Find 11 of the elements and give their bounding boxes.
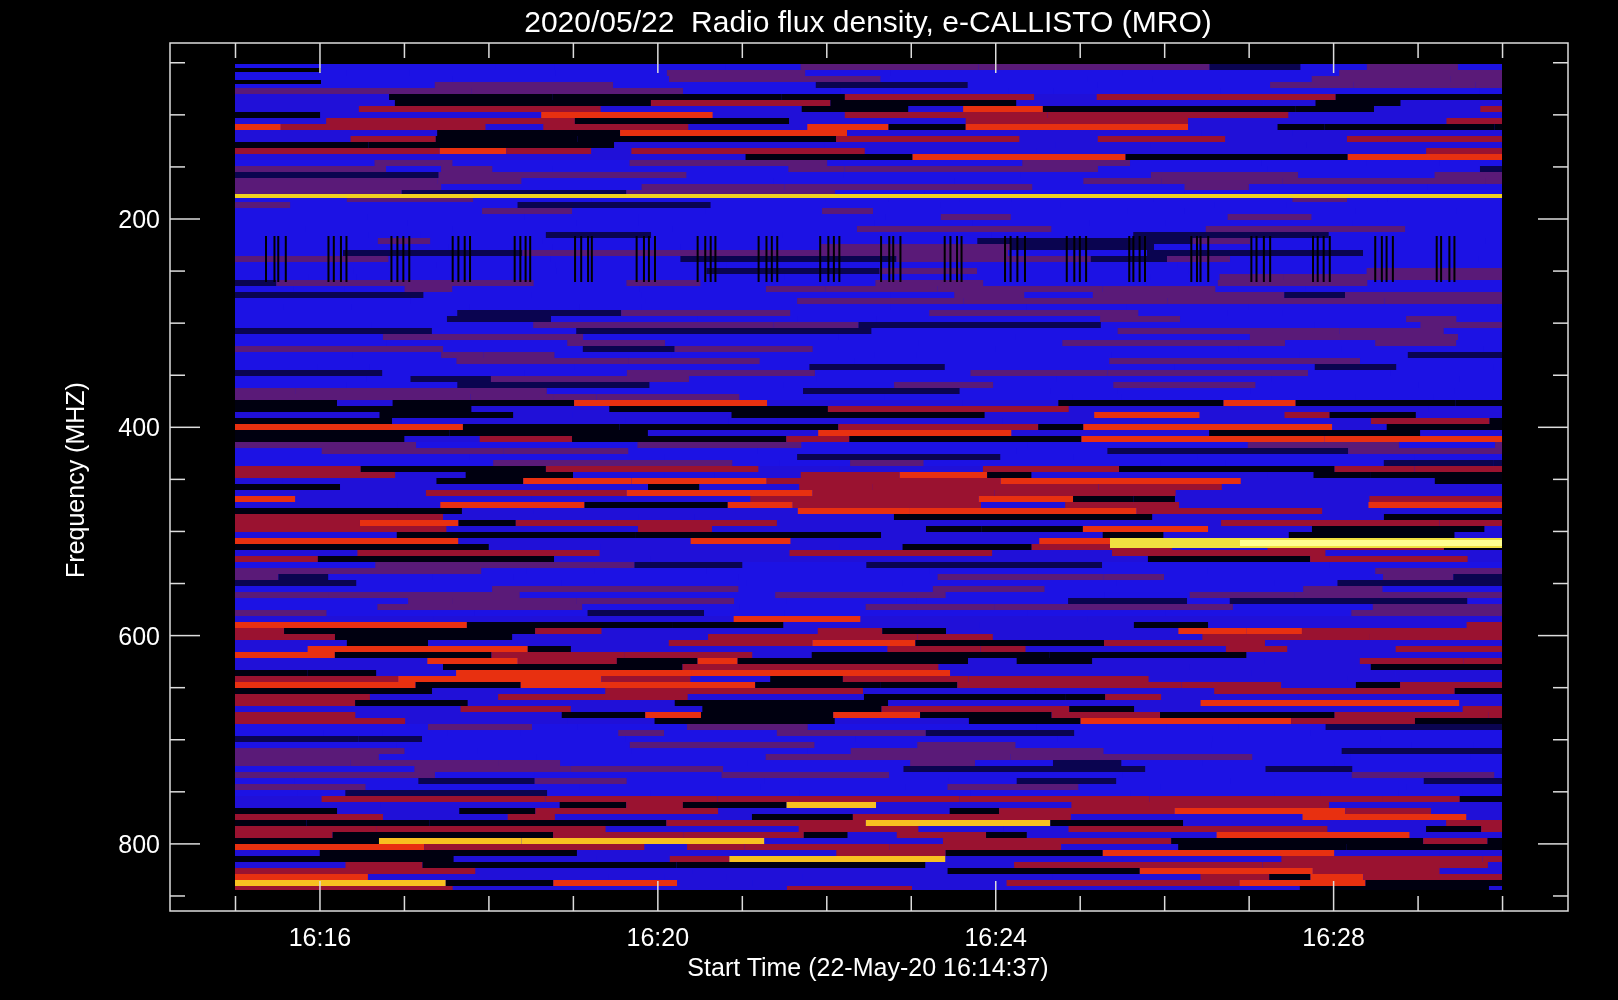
y-tick-label: 400: [118, 413, 160, 442]
x-tick-label: 16:24: [964, 923, 1027, 951]
y-tick-label: 200: [118, 205, 160, 233]
x-tick-label: 16:16: [288, 923, 352, 951]
x-tick-label: 16:28: [1302, 923, 1365, 951]
y-axis-label: Frequency (MHZ): [61, 382, 89, 578]
y-tick-label: 600: [118, 621, 160, 650]
chart-title: 2020/05/22 Radio flux density, e-CALLISTO (MRO): [524, 5, 1212, 38]
y-tick-label: 800: [118, 829, 160, 858]
x-tick-label: 16:20: [626, 923, 690, 951]
x-axis-label: Start Time (22-May-20 16:14:37): [687, 953, 1049, 981]
